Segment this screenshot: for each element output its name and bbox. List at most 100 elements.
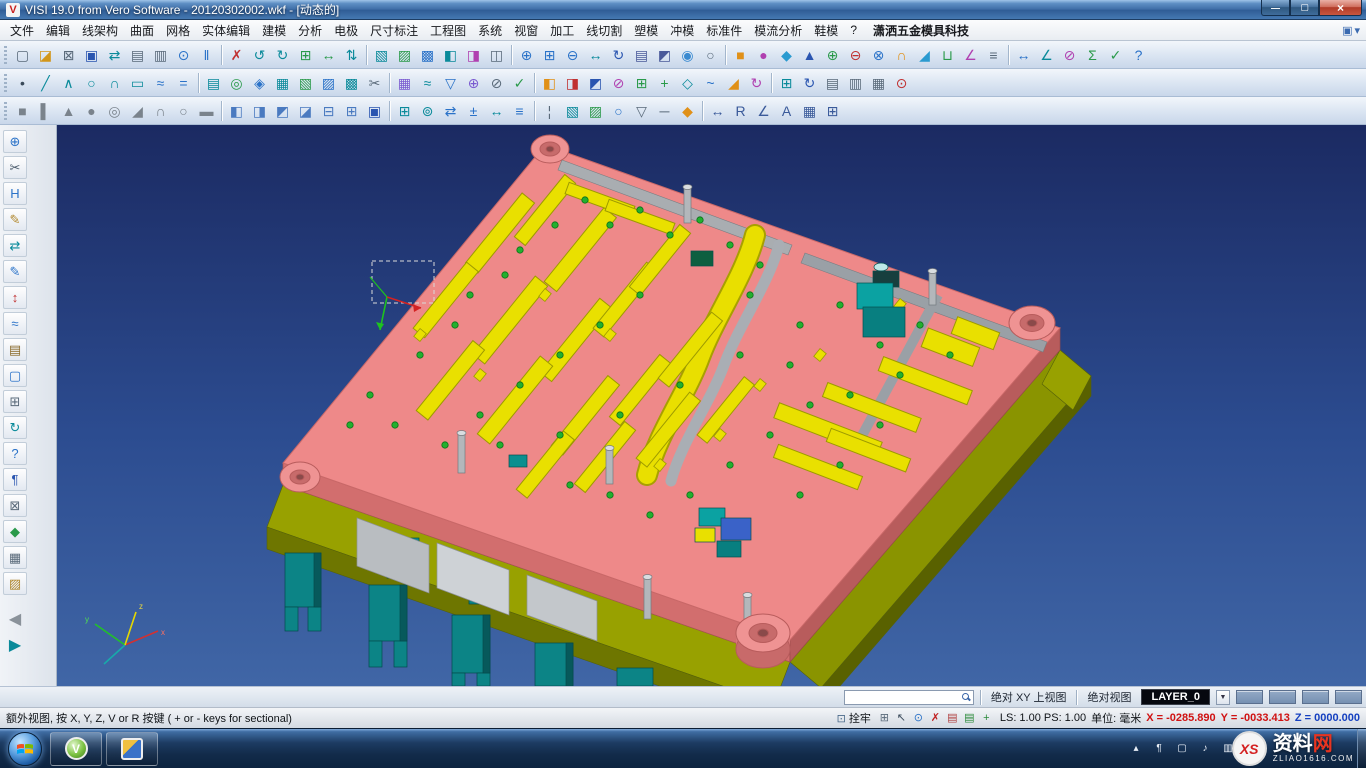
section-view-icon[interactable]: ⊘ [1058,44,1081,66]
taskbar-visi-app[interactable]: V [50,732,102,766]
move-body-icon[interactable]: ↔ [485,100,508,122]
zoom-dynamic-icon[interactable]: ⊕ [3,130,27,153]
dimension-tool-icon[interactable]: H [3,182,27,205]
heal-solid-icon[interactable]: + [653,72,676,94]
plot-preview-icon[interactable]: ▥ [149,44,172,66]
scale-body-icon[interactable]: ± [462,100,485,122]
start-button[interactable] [8,732,42,766]
search-icon[interactable] [962,693,970,701]
zoom-extents-icon[interactable]: ⊕ [515,44,538,66]
stamp-pattern-icon[interactable]: ▦ [3,546,27,569]
shaded-mode-icon[interactable]: ◉ [676,44,699,66]
search-input[interactable] [848,692,960,703]
selection-filter-icon[interactable]: ▨ [393,44,416,66]
menu-item-17[interactable]: 冲模 [664,22,700,39]
view-panel-button-1[interactable] [1236,690,1263,704]
group-entities-icon[interactable]: ▩ [416,44,439,66]
wireframe-mode-icon[interactable]: ○ [699,44,722,66]
verify-geometry-icon[interactable]: ✓ [1104,44,1127,66]
menu-item-6[interactable]: 实体编辑 [196,22,256,39]
sprue-bush-icon[interactable]: ▽ [630,100,653,122]
previous-view-icon[interactable]: ◀ [3,608,27,631]
layer-dropdown-icon[interactable]: ▼ [1216,690,1230,705]
rotate-view-icon[interactable]: ↻ [607,44,630,66]
menu-item-21[interactable]: ? [844,23,863,37]
minimize-button[interactable]: — [1261,0,1290,16]
text-annotation-icon[interactable]: A [775,100,798,122]
toolbar-options-arrow-icon[interactable]: ▾ [1354,24,1360,37]
attributes-icon[interactable]: ◧ [439,44,462,66]
pan-view-icon[interactable]: ↔ [584,44,607,66]
extrude-face-icon[interactable]: ◧ [225,100,248,122]
view-panel-button-4[interactable] [1335,690,1362,704]
circle-create-icon[interactable]: ○ [80,72,103,94]
transform-entities-icon[interactable]: ⇄ [3,234,27,257]
twist-body-icon[interactable]: ↻ [745,72,768,94]
rectangle-create-icon[interactable]: ▭ [126,72,149,94]
mesh-repair-icon[interactable]: ✓ [508,72,531,94]
moldbase-wizard-icon[interactable]: ▣ [363,100,386,122]
torus-primitive-icon[interactable]: ◎ [103,100,126,122]
menu-item-5[interactable]: 网格 [160,22,196,39]
drawing-table-icon[interactable]: ⊞ [821,100,844,122]
tube-primitive-icon[interactable]: ○ [172,100,195,122]
spline-create-icon[interactable]: ≈ [149,72,172,94]
face-move-icon[interactable]: ◩ [584,72,607,94]
patch-surface-icon[interactable]: ▧ [294,72,317,94]
cooling-channel-icon[interactable]: ○ [607,100,630,122]
dimension-radial-icon[interactable]: R [729,100,752,122]
body-split-icon[interactable]: ⊘ [607,72,630,94]
offset-curve-icon[interactable]: = [172,72,195,94]
viewport-3d[interactable]: x y z [57,125,1366,686]
plane-zx-icon[interactable]: ▦ [867,72,890,94]
pattern-linear-icon[interactable]: ⊞ [393,100,416,122]
menu-item-7[interactable]: 建模 [256,22,292,39]
workplane-set-icon[interactable]: ⊞ [775,72,798,94]
copy-entities-icon[interactable]: ⊞ [294,44,317,66]
toolbar-grip[interactable] [4,74,7,92]
print-icon[interactable]: ▤ [126,44,149,66]
line-create-icon[interactable]: ╱ [34,72,57,94]
mesh-smooth-icon[interactable]: ≈ [416,72,439,94]
trim-surface-icon[interactable]: ✂ [363,72,386,94]
view-xy-button[interactable]: 绝对 XY 上视图 [987,689,1071,705]
rotate-copy-icon[interactable]: ↻ [3,416,27,439]
sketch-knife-icon[interactable]: ✎ [3,208,27,231]
thicken-surface-icon[interactable]: ◩ [271,100,294,122]
runner-design-icon[interactable]: ─ [653,100,676,122]
menu-item-19[interactable]: 模流分析 [748,22,808,39]
menu-item-1[interactable]: 文件 [4,22,40,39]
shield-check-icon[interactable]: ◆ [3,520,27,543]
draft-faces-icon[interactable]: ∠ [959,44,982,66]
face-delete-icon[interactable]: ◨ [561,72,584,94]
align-bodies-icon[interactable]: ≡ [508,100,531,122]
wedge-primitive-icon[interactable]: ◢ [126,100,149,122]
new-sheet-icon[interactable]: ▢ [3,364,27,387]
toolbar-grip[interactable] [4,102,7,120]
workplane-rotate-icon[interactable]: ↻ [798,72,821,94]
slide-unit-icon[interactable]: ▧ [561,100,584,122]
lock-reference-icon[interactable]: ⊠ [3,494,27,517]
menu-item-16[interactable]: 塑模 [628,22,664,39]
offset-surface-icon[interactable]: ▨ [317,72,340,94]
title-bar[interactable]: V VISI 19.0 from Vero Software - 2012030… [0,0,1366,20]
dimension-linear-icon[interactable]: ↔ [706,100,729,122]
line-style-icon[interactable]: ◫ [485,44,508,66]
undo-icon[interactable]: ↺ [248,44,271,66]
boolean-union-icon[interactable]: ⊕ [821,44,844,66]
show-desktop-button[interactable] [1357,729,1366,768]
face-modify-icon[interactable]: ◧ [538,72,561,94]
query-entity-icon[interactable]: ? [3,442,27,465]
plane-xy-icon[interactable]: ▤ [821,72,844,94]
move-entities-icon[interactable]: ↔ [317,44,340,66]
revolved-surface-icon[interactable]: ◎ [225,72,248,94]
menu-item-12[interactable]: 系统 [472,22,508,39]
tray-show-hidden-icon[interactable]: ▴ [1128,741,1144,757]
color-table-icon[interactable]: ◨ [462,44,485,66]
offset-body-icon[interactable]: ◨ [248,100,271,122]
menu-item-4[interactable]: 曲面 [124,22,160,39]
workpiece-setup-icon[interactable]: ⊞ [340,100,363,122]
menu-item-13[interactable]: 视窗 [508,22,544,39]
menu-item-14[interactable]: 加工 [544,22,580,39]
point-create-icon[interactable]: • [11,72,34,94]
